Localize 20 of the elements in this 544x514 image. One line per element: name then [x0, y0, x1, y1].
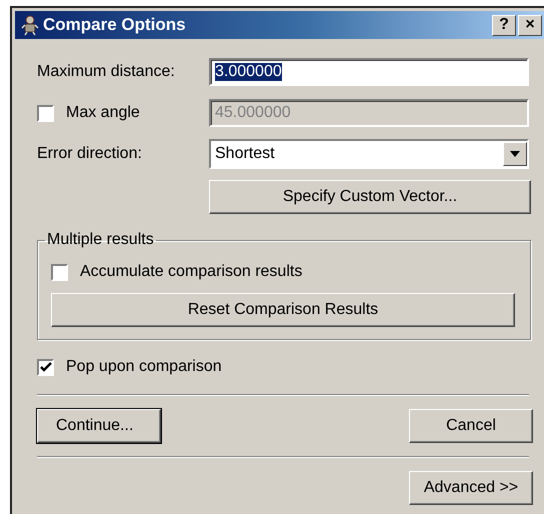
group-title: Multiple results — [46, 231, 155, 249]
checkbox[interactable] — [51, 264, 68, 280]
checkbox-label: Max angle — [66, 104, 141, 122]
continue-button[interactable]: Continue... — [37, 409, 161, 443]
checkbox[interactable] — [37, 358, 54, 376]
caret-icon[interactable] — [503, 142, 527, 166]
window-title: Compare Options — [43, 15, 187, 35]
figure-icon — [19, 14, 41, 36]
field-label: Error direction: — [37, 145, 143, 163]
advanced-button[interactable]: Advanced >> — [409, 471, 533, 505]
specify-vector-button[interactable]: Specify Custom Vector... — [209, 180, 531, 214]
input-field[interactable]: 3.000000 — [209, 58, 529, 86]
field-label: Maximum distance: — [37, 63, 176, 81]
reset-button[interactable]: Reset Comparison Results — [51, 293, 515, 327]
dropdown[interactable]: Shortest — [209, 139, 529, 169]
checkbox-label: Accumulate comparison results — [80, 263, 304, 281]
checkbox-label: Pop upon comparison — [66, 358, 223, 376]
help-button[interactable]: ? — [492, 14, 516, 36]
close-button[interactable]: × — [518, 14, 542, 36]
cancel-button[interactable]: Cancel — [409, 409, 533, 443]
